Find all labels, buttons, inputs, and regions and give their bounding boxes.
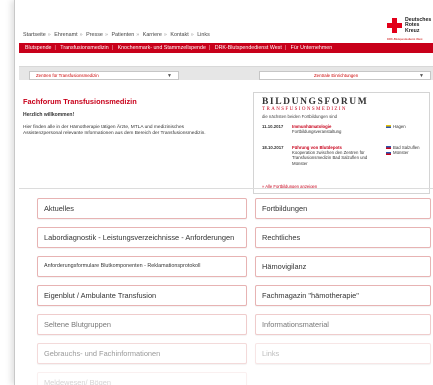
main-menu: Blutspende | Transfusionsmedizin | Knochen… [19, 43, 433, 53]
nav-separator: » [136, 32, 140, 38]
menu-separator: | [54, 45, 56, 51]
welcome-heading: Herzlich willkommen! [23, 112, 75, 118]
menu-separator: | [284, 45, 287, 51]
chevron-down-icon: ▼ [167, 73, 172, 79]
event-details: Immunhämatologie Fortbildungsveranstaltu… [292, 124, 382, 134]
top-navigation: Startseite» Ehrenamt» Presse» Patienten»… [23, 32, 210, 38]
tile-aktuelles[interactable]: Aktuelles [37, 198, 247, 219]
tile-labordiagnostik[interactable]: Labordiagnostik - Leistungsverzeichnisse… [37, 227, 247, 248]
menu-item-fuer-unternehmen[interactable]: Für Unternehmen [291, 45, 333, 51]
nav-link-links[interactable]: Links [197, 32, 210, 38]
nav-link-kontakt[interactable]: Kontakt [170, 32, 188, 38]
bildungsforum-title: BILDUNGSFORUM [262, 97, 369, 107]
chevron-down-icon: ▼ [419, 73, 424, 79]
zentren-dropdown-label: Zentren für Transfusionsmedizin [36, 73, 99, 78]
page-title: Fachforum Transfusionsmedizin [23, 97, 137, 106]
tile-fachmagazin[interactable]: Fachmagazin "hämotherapie" [255, 285, 431, 306]
section-divider [19, 188, 433, 189]
menu-separator: | [111, 45, 114, 51]
event-description: Kooperation zwischen den Zentren für Tra… [292, 150, 368, 166]
dropdown-row: Zentren für Transfusionsmedizin ▼ Zentra… [19, 66, 433, 80]
logo-line-3: Kreuz [405, 27, 420, 34]
location-flag-icon [386, 151, 391, 155]
event-location: Hagen [386, 124, 426, 129]
menu-separator: | [208, 45, 211, 51]
event-location-name: Hagen [393, 124, 406, 129]
bildungsforum-box: BILDUNGSFORUM TRANSFUSIONSMEDIZIN die nä… [253, 92, 430, 194]
tile-fortbildungen[interactable]: Fortbildungen [255, 198, 431, 219]
tile-rechtliches[interactable]: Rechtliches [255, 227, 431, 248]
tile-gebrauchsinformationen[interactable]: Gebrauchs- und Fachinformationen [37, 343, 247, 364]
nav-separator: » [79, 32, 83, 38]
event-description: Fortbildungsveranstaltung [292, 129, 342, 135]
tile-anforderungsformulare[interactable]: Anforderungsformulare Blutkomponenten - … [37, 256, 247, 277]
menu-item-blutspendedienst-west[interactable]: DRK-Blutspendedienst West [215, 45, 282, 51]
nav-separator: » [104, 32, 108, 38]
tile-haemovigilanz[interactable]: Hämovigilanz [255, 256, 431, 277]
nav-separator: » [47, 32, 51, 38]
intro-text: Hier finden alle in der Hämotherapie tät… [23, 125, 206, 136]
tile-informationsmaterial[interactable]: Informationsmaterial [255, 314, 431, 335]
zentren-dropdown[interactable]: Zentren für Transfusionsmedizin ▼ [29, 71, 179, 80]
bildungsforum-subtitle: TRANSFUSIONSMEDIZIN [262, 107, 347, 112]
nav-link-presse[interactable]: Presse [86, 32, 103, 38]
einrichtungen-dropdown[interactable]: Zentrale Einrichtungen ▼ [259, 71, 431, 80]
page: Startseite» Ehrenamt» Presse» Patienten»… [14, 0, 433, 385]
event-date: 18.10.2017 [262, 145, 284, 150]
menu-item-knochenmark[interactable]: Knochenmark- und Stammzellspende [118, 45, 206, 51]
menu-item-transfusionsmedizin[interactable]: Transfusionsmedizin [60, 45, 108, 51]
nav-link-patienten[interactable]: Patienten [111, 32, 134, 38]
location-flag-icon [386, 146, 391, 150]
nav-link-karriere[interactable]: Karriere [143, 32, 162, 38]
drk-logo[interactable]: Deutsches Rotes Kreuz DRK-Blutspendedien… [387, 17, 433, 46]
red-cross-icon [387, 18, 402, 33]
event-details: Führung von Blutdepots Kooperation zwisc… [292, 145, 382, 166]
menu-item-blutspende[interactable]: Blutspende [25, 45, 52, 51]
nav-link-startseite[interactable]: Startseite [23, 32, 46, 38]
tile-eigenblut[interactable]: Eigenblut / Ambulante Transfusion [37, 285, 247, 306]
einrichtungen-dropdown-label: Zentrale Einrichtungen [314, 73, 359, 78]
location-flag-icon [386, 125, 391, 129]
logo-wordmark: Deutsches Rotes Kreuz [405, 17, 431, 34]
event-location-name: Münster [393, 150, 409, 156]
event-location: Bad Salzuflen Münster [386, 145, 426, 155]
tile-meldewesen[interactable]: Meldewesen/ Bögen [37, 372, 247, 385]
nav-link-ehrenamt[interactable]: Ehrenamt [54, 32, 77, 38]
nav-separator: » [163, 32, 167, 38]
nav-separator: » [190, 32, 194, 38]
tile-links[interactable]: Links [255, 343, 431, 364]
event-date: 11.10.2017 [262, 124, 284, 129]
tile-seltene-blutgruppen[interactable]: Seltene Blutgruppen [37, 314, 247, 335]
logo-subtitle: DRK-Blutspendedienst West [387, 37, 423, 41]
bildungsforum-tagline: die nächsten beiden Fortbildungen sind [262, 114, 338, 119]
